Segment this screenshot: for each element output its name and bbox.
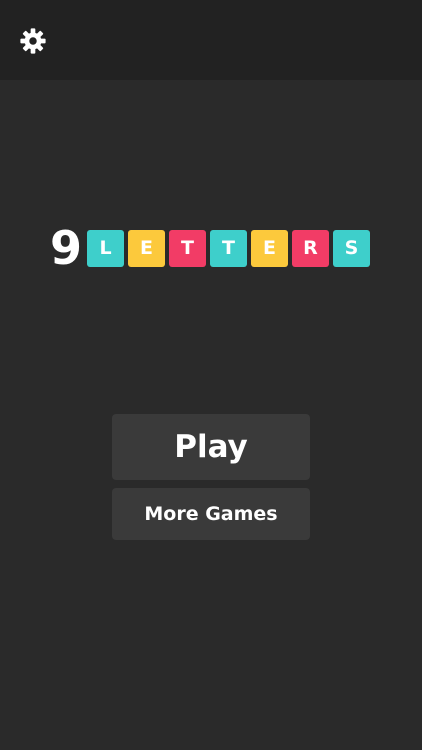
logo-tiles: LETTERS: [87, 229, 370, 267]
settings-button[interactable]: [16, 24, 50, 58]
logo-letter-tile: T: [169, 229, 206, 267]
top-bar: [0, 0, 422, 80]
more-games-button[interactable]: More Games: [112, 488, 310, 540]
logo-letter-tile: S: [333, 229, 370, 267]
home-screen: 9 LETTERS Play More Games: [0, 0, 422, 750]
logo-letter-tile: T: [210, 229, 247, 267]
logo-letter-tile: L: [87, 229, 124, 267]
game-logo: 9 LETTERS: [50, 221, 370, 275]
logo-letter-tile: E: [251, 229, 288, 267]
gear-icon: [20, 28, 46, 54]
logo-letter-tile: R: [292, 229, 329, 267]
logo-digit: 9: [50, 221, 82, 275]
play-button[interactable]: Play: [112, 414, 310, 480]
logo-letter-tile: E: [128, 229, 165, 267]
